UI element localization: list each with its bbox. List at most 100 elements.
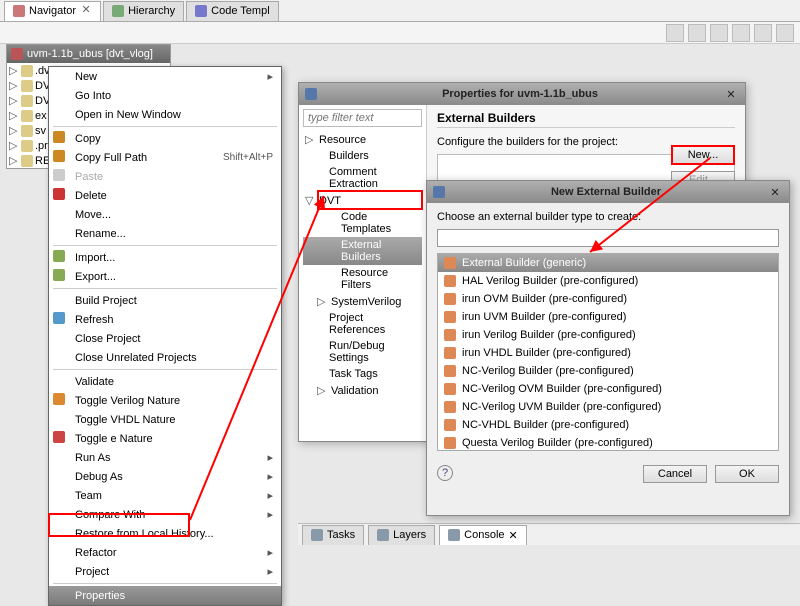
menu-paste[interactable]: Paste <box>49 167 281 186</box>
dialog-titlebar[interactable]: New External Builder ✕ <box>427 181 789 203</box>
dialog-titlebar[interactable]: Properties for uvm-1.1b_ubus ✕ <box>299 83 745 105</box>
ok-button[interactable]: OK <box>715 465 779 483</box>
tab-navigator[interactable]: Navigator✕ <box>4 1 101 21</box>
builder-type-list[interactable]: External Builder (generic)HAL Verilog Bu… <box>437 253 779 451</box>
menu-icon <box>53 269 69 285</box>
toolbar-btn[interactable] <box>732 24 750 42</box>
menu-copy[interactable]: Copy <box>49 129 281 148</box>
menu-close-unrelated-projects[interactable]: Close Unrelated Projects <box>49 348 281 367</box>
tab-icon <box>195 5 207 17</box>
menu-label: Close Unrelated Projects <box>75 352 273 364</box>
expand-icon[interactable]: ▷ <box>9 154 19 167</box>
builder-type-item[interactable]: Questa Verilog Builder (pre-configured) <box>438 434 778 451</box>
builder-filter-input[interactable] <box>437 229 779 247</box>
menu-label: Restore from Local History... <box>75 528 273 540</box>
expand-icon[interactable]: ▷ <box>9 124 19 137</box>
builder-type-item[interactable]: NC-Verilog Builder (pre-configured) <box>438 362 778 380</box>
toolbar-btn[interactable] <box>666 24 684 42</box>
close-icon[interactable]: ✕ <box>723 88 739 101</box>
menu-label: Toggle VHDL Nature <box>75 414 273 426</box>
new-external-builder-dialog: New External Builder ✕ Choose an externa… <box>426 180 790 516</box>
menu-move-[interactable]: Move... <box>49 205 281 224</box>
ptree-systemverilog[interactable]: ▷SystemVerilog <box>303 293 422 310</box>
ptree-run-debug-settings[interactable]: Run/Debug Settings <box>303 338 422 366</box>
ptree-validation[interactable]: ▷Validation <box>303 382 422 399</box>
ptree-dvt[interactable]: ▽DVT <box>303 192 422 209</box>
ptree-label: Resource Filters <box>341 267 420 291</box>
menu-toggle-vhdl-nature[interactable]: Toggle VHDL Nature <box>49 410 281 429</box>
tab-label: Layers <box>393 529 426 541</box>
new-button[interactable]: New... <box>671 145 735 165</box>
builder-type-item[interactable]: irun OVM Builder (pre-configured) <box>438 290 778 308</box>
help-icon[interactable]: ? <box>437 465 453 481</box>
expand-icon[interactable]: ▷ <box>9 109 19 122</box>
menu-run-as[interactable]: Run As▸ <box>49 448 281 467</box>
ptree-resource-filters[interactable]: Resource Filters <box>303 265 422 293</box>
menu-build-project[interactable]: Build Project <box>49 291 281 310</box>
tab-code templ[interactable]: Code Templ <box>186 1 279 21</box>
tab-layers[interactable]: Layers <box>368 525 435 545</box>
expand-icon[interactable]: ▷ <box>9 64 19 77</box>
expand-icon[interactable]: ▷ <box>9 79 19 92</box>
ptree-resource[interactable]: ▷Resource <box>303 131 422 148</box>
cancel-button[interactable]: Cancel <box>643 465 707 483</box>
filter-input[interactable] <box>303 109 422 127</box>
close-icon[interactable]: ✕ <box>767 186 783 199</box>
expand-icon[interactable]: ▷ <box>305 133 315 146</box>
menu-icon <box>53 226 69 242</box>
menu-refresh[interactable]: Refresh <box>49 310 281 329</box>
builder-type-item[interactable]: NC-Verilog OVM Builder (pre-configured) <box>438 380 778 398</box>
menu-restore-from-local-history-[interactable]: Restore from Local History... <box>49 524 281 543</box>
tab-console[interactable]: Console ✕ <box>439 525 527 545</box>
ptree-label: Builders <box>329 150 369 162</box>
menu-toggle-verilog-nature[interactable]: Toggle Verilog Nature <box>49 391 281 410</box>
toolbar-btn[interactable] <box>776 24 794 42</box>
menu-import-[interactable]: Import... <box>49 248 281 267</box>
expand-icon[interactable]: ▷ <box>317 295 327 308</box>
ptree-builders[interactable]: Builders <box>303 148 422 164</box>
menu-team[interactable]: Team▸ <box>49 486 281 505</box>
menu-toggle-e-nature[interactable]: Toggle e Nature <box>49 429 281 448</box>
ptree-comment-extraction[interactable]: Comment Extraction <box>303 164 422 192</box>
builder-type-item[interactable]: External Builder (generic) <box>438 254 778 272</box>
menu-new[interactable]: New▸ <box>49 67 281 86</box>
builder-type-item[interactable]: NC-VHDL Builder (pre-configured) <box>438 416 778 434</box>
tab-hierarchy[interactable]: Hierarchy <box>103 1 184 21</box>
close-icon[interactable]: ✕ <box>80 5 92 17</box>
menu-project[interactable]: Project▸ <box>49 562 281 581</box>
submenu-arrow-icon: ▸ <box>267 508 273 521</box>
menu-validate[interactable]: Validate <box>49 372 281 391</box>
toolbar-btn[interactable] <box>754 24 772 42</box>
ptree-external-builders[interactable]: External Builders <box>303 237 422 265</box>
menu-close-project[interactable]: Close Project <box>49 329 281 348</box>
ptree-task-tags[interactable]: Task Tags <box>303 366 422 382</box>
menu-delete[interactable]: Delete <box>49 186 281 205</box>
expand-icon[interactable]: ▷ <box>9 94 19 107</box>
menu-open-in-new-window[interactable]: Open in New Window <box>49 105 281 124</box>
menu-properties[interactable]: Properties <box>49 586 281 605</box>
project-root[interactable]: uvm-1.1b_ubus [dvt_vlog] <box>7 45 170 63</box>
ptree-code-templates[interactable]: Code Templates <box>303 209 422 237</box>
expand-icon[interactable]: ▷ <box>9 139 19 152</box>
menu-debug-as[interactable]: Debug As▸ <box>49 467 281 486</box>
menu-export-[interactable]: Export... <box>49 267 281 286</box>
builder-type-item[interactable]: irun Verilog Builder (pre-configured) <box>438 326 778 344</box>
tab-tasks[interactable]: Tasks <box>302 525 364 545</box>
toolbar-btn[interactable] <box>688 24 706 42</box>
ptree-project-references[interactable]: Project References <box>303 310 422 338</box>
builder-type-item[interactable]: HAL Verilog Builder (pre-configured) <box>438 272 778 290</box>
close-icon[interactable]: ✕ <box>509 529 518 542</box>
menu-refactor[interactable]: Refactor▸ <box>49 543 281 562</box>
expand-icon[interactable]: ▽ <box>305 194 315 207</box>
toolbar-btn[interactable] <box>710 24 728 42</box>
builder-type-item[interactable]: NC-Verilog UVM Builder (pre-configured) <box>438 398 778 416</box>
expand-icon[interactable]: ▷ <box>317 384 327 397</box>
menu-compare-with[interactable]: Compare With▸ <box>49 505 281 524</box>
builder-label: irun Verilog Builder (pre-configured) <box>462 329 636 341</box>
menu-go-into[interactable]: Go Into <box>49 86 281 105</box>
builder-type-item[interactable]: irun UVM Builder (pre-configured) <box>438 308 778 326</box>
menu-copy-full-path[interactable]: Copy Full PathShift+Alt+P <box>49 148 281 167</box>
dialog-icon <box>433 186 445 198</box>
menu-rename-[interactable]: Rename... <box>49 224 281 243</box>
builder-type-item[interactable]: irun VHDL Builder (pre-configured) <box>438 344 778 362</box>
